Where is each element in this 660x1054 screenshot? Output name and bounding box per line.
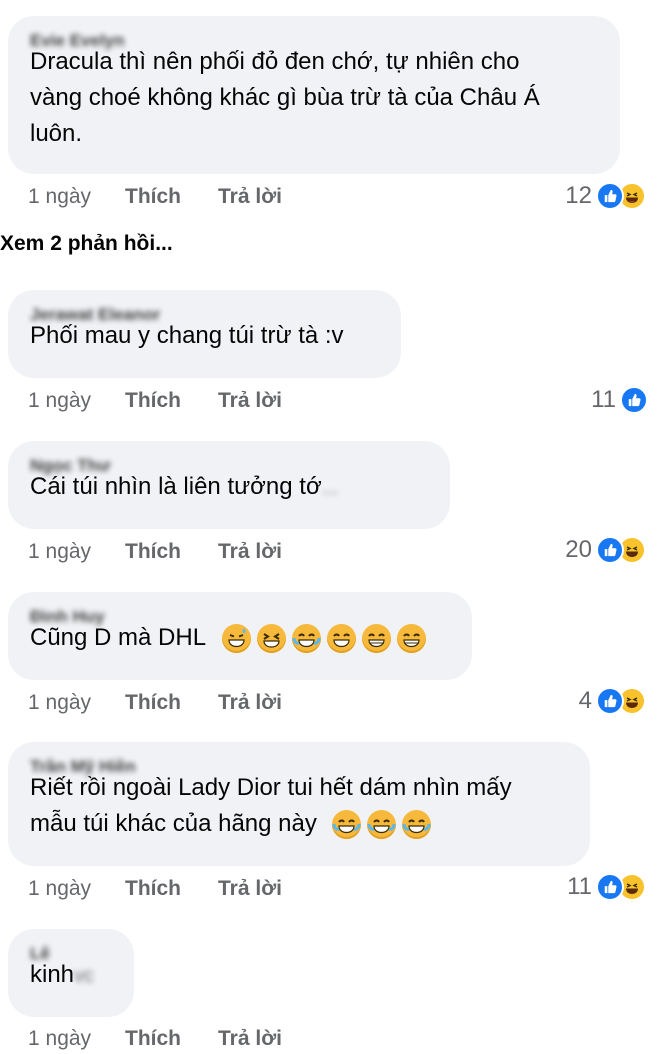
comment-line: kinh [30, 961, 75, 988]
comment-bubble: Ngọc Thư Cái túi nhìn là liên tưởng tớ..… [8, 441, 450, 529]
comment-meta: 1 ngày Thích Trả lời [28, 688, 282, 718]
like-button[interactable]: Thích [125, 1024, 181, 1054]
joy-emoji [291, 624, 321, 654]
comment-time[interactable]: 1 ngày [28, 537, 91, 567]
sweat-smile-emoji [221, 624, 251, 654]
reaction-summary[interactable]: 4 [579, 686, 646, 716]
reaction-summary[interactable]: 20 [565, 535, 646, 565]
comment-time[interactable]: 1 ngày [28, 688, 91, 718]
like-button[interactable]: Thích [125, 688, 181, 718]
comment-bubble: Lê kinhvc [8, 929, 134, 1017]
like-button[interactable]: Thích [125, 182, 181, 212]
like-reaction-icon [620, 386, 648, 414]
comment-meta: 1 ngày Thích Trả lời [28, 1024, 282, 1054]
comment-line: vàng choé không khác gì bùa trừ tà của C… [30, 84, 540, 111]
comment-line: mẫu túi khác của hãng này [30, 810, 317, 837]
reply-button[interactable]: Trả lời [218, 688, 282, 718]
like-reaction-icon [596, 182, 624, 210]
comment-time[interactable]: 1 ngày [28, 874, 91, 904]
joy-emoji [401, 810, 431, 840]
blurred-text: vc [74, 965, 95, 987]
reaction-summary[interactable]: 11 [591, 385, 648, 415]
comment-bubble: Đình Huy Cũng D mà DHL [8, 592, 472, 680]
grin-emoji [396, 624, 426, 654]
like-button[interactable]: Thích [125, 537, 181, 567]
like-button[interactable]: Thích [125, 386, 181, 416]
reaction-count: 12 [565, 182, 592, 209]
like-reaction-icon [596, 687, 624, 715]
view-replies-link[interactable]: Xem 2 phản hồi... [0, 232, 173, 256]
commenter-name[interactable]: Jerawat Eleanor [30, 304, 379, 326]
comment-text: Dracula thì nên phối đỏ đen chớ, tự nhiê… [30, 44, 598, 152]
comment-time[interactable]: 1 ngày [28, 1024, 91, 1054]
reply-button[interactable]: Trả lời [218, 1024, 282, 1054]
comment-bubble: Jerawat Eleanor Phối mau y chang túi trừ… [8, 290, 401, 378]
reply-button[interactable]: Trả lời [218, 182, 282, 212]
reaction-count: 4 [578, 687, 592, 714]
joy-emoji [366, 810, 396, 840]
reaction-summary[interactable]: 11 [567, 872, 646, 902]
comment-line: luôn. [30, 120, 83, 147]
reaction-summary[interactable]: 12 [565, 181, 646, 211]
comment-meta: 1 ngày Thích Trả lời [28, 537, 282, 567]
comment-line: Cái túi nhìn là liên tưởng tớ [30, 473, 322, 500]
reply-button[interactable]: Trả lời [218, 386, 282, 416]
reply-button[interactable]: Trả lời [218, 874, 282, 904]
like-reaction-icon [596, 873, 624, 901]
reaction-count: 11 [591, 386, 616, 413]
comment-time[interactable]: 1 ngày [28, 386, 91, 416]
commenter-name[interactable]: Evie Evelyn [30, 30, 598, 52]
like-button[interactable]: Thích [125, 874, 181, 904]
laughing-emoji [256, 624, 286, 654]
comment-time[interactable]: 1 ngày [28, 182, 91, 212]
comment-meta: 1 ngày Thích Trả lời [28, 182, 282, 212]
comment-bubble: Trần Mỹ Hiền Riết rồi ngoài Lady Dior tu… [8, 742, 590, 866]
reaction-count: 11 [567, 873, 592, 900]
grin-emoji [326, 624, 356, 654]
joy-emoji [331, 810, 361, 840]
comment-line: Cũng D mà DHL [30, 624, 206, 651]
blurred-text: ... [321, 477, 339, 499]
reaction-count: 20 [565, 536, 592, 563]
comment-text: Riết rồi ngoài Lady Dior tui hết dám nhì… [30, 770, 568, 842]
commenter-name[interactable]: Lê [30, 943, 112, 965]
comment-bubble: Evie Evelyn Dracula thì nên phối đỏ đen … [8, 16, 620, 174]
grin-emoji [361, 624, 391, 654]
comment-meta: 1 ngày Thích Trả lời [28, 874, 282, 904]
reply-button[interactable]: Trả lời [218, 537, 282, 567]
comment-meta: 1 ngày Thích Trả lời [28, 386, 282, 416]
commenter-name[interactable]: Trần Mỹ Hiền [30, 756, 568, 778]
like-reaction-icon [596, 536, 624, 564]
commenter-name[interactable]: Ngọc Thư [30, 455, 428, 477]
